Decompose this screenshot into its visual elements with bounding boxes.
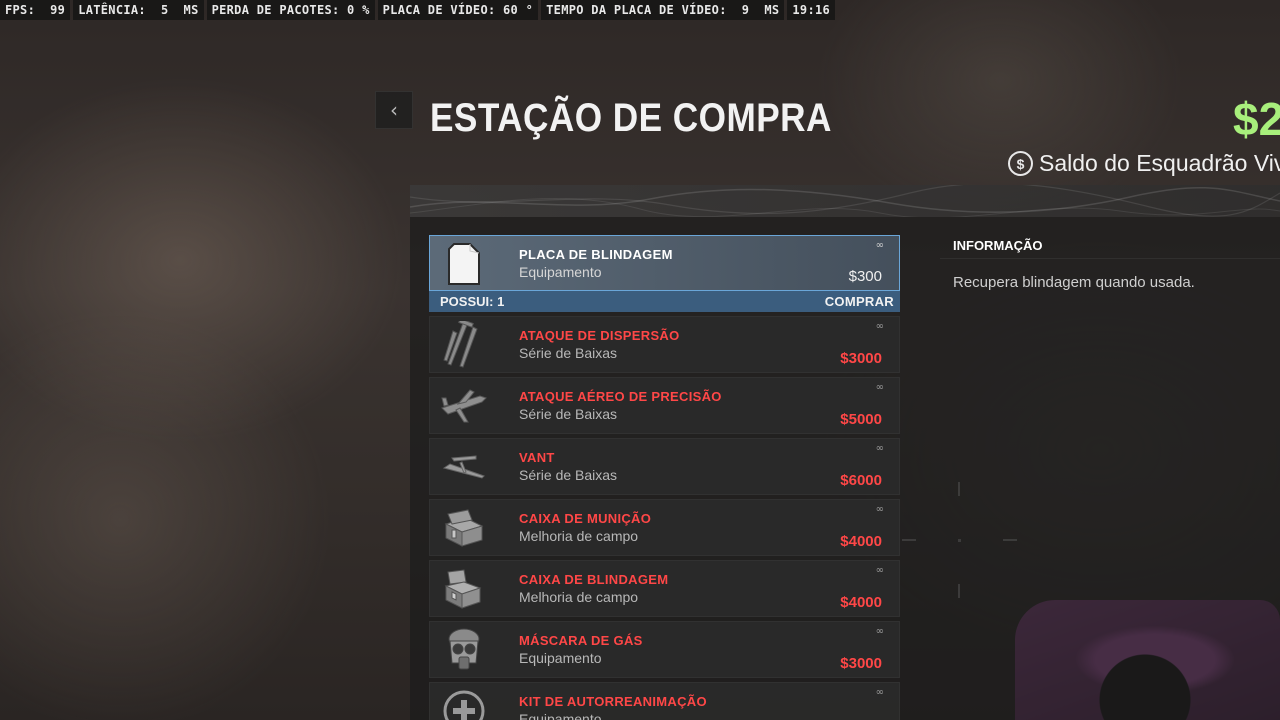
list-item[interactable]: PLACA DE BLINDAGEM Equipamento ∞ $300 — [429, 235, 900, 291]
precision-airstrike-icon — [440, 384, 488, 428]
armor-box-icon — [440, 567, 488, 611]
info-title: INFORMAÇÃO — [953, 238, 1043, 253]
info-description: Recupera blindagem quando usada. — [953, 274, 1195, 291]
item-name: ATAQUE DE DISPERSÃO — [519, 328, 680, 343]
list-item[interactable]: KIT DE AUTORREANIMAÇÃO Equipamento ∞ — [429, 682, 900, 720]
list-item[interactable]: CAIXA DE BLINDAGEM Melhoria de campo ∞ $… — [429, 560, 900, 617]
page-title: ESTAÇÃO DE COMPRA — [430, 96, 832, 140]
list-item[interactable]: VANT Série de Baixas ∞ $6000 — [429, 438, 900, 495]
item-price: $4000 — [840, 533, 882, 550]
latency-readout: LATÊNCIA: 5 MS — [73, 0, 204, 20]
chevron-left-icon: ‹ — [390, 98, 398, 122]
item-category: Série de Baixas — [519, 467, 618, 483]
infinity-icon: ∞ — [875, 565, 884, 576]
squad-balance: $ Saldo do Esquadrão Vivo — [1008, 150, 1280, 177]
info-divider — [940, 258, 1280, 259]
back-button[interactable]: ‹ — [375, 91, 413, 129]
packet-loss-readout: PERDA DE PACOTES: 0 % — [206, 0, 375, 20]
owned-count: POSSUI: 1 — [440, 294, 505, 309]
fps-readout: FPS: 99 — [0, 0, 71, 20]
gpu-time-readout: TEMPO DA PLACA DE VÍDEO: 9 MS — [541, 0, 785, 20]
item-price: $3000 — [840, 655, 882, 672]
infinity-icon: ∞ — [875, 504, 884, 515]
cluster-strike-icon — [440, 321, 488, 368]
item-name: PLACA DE BLINDAGEM — [519, 247, 673, 262]
ammo-box-icon — [440, 506, 488, 550]
item-category: Melhoria de campo — [519, 528, 639, 544]
item-price: $300 — [848, 268, 882, 285]
infinity-icon: ∞ — [875, 626, 884, 637]
item-price: $5000 — [840, 411, 882, 428]
item-category: Melhoria de campo — [519, 589, 639, 605]
infinity-icon: ∞ — [875, 240, 884, 251]
item-list: PLACA DE BLINDAGEM Equipamento ∞ $300 PO… — [429, 235, 900, 720]
item-name: VANT — [519, 450, 555, 465]
owned-bar: POSSUI: 1 COMPRAR — [429, 291, 900, 312]
item-category: Equipamento — [519, 264, 602, 280]
item-price: $4000 — [840, 594, 882, 611]
infinity-icon: ∞ — [875, 687, 884, 698]
infinity-icon: ∞ — [875, 382, 884, 393]
item-name: CAIXA DE MUNIÇÃO — [519, 511, 652, 526]
item-name: CAIXA DE BLINDAGEM — [519, 572, 669, 587]
gpu-temp-readout: PLACA DE VÍDEO: 60 ° — [377, 0, 539, 20]
uav-icon — [440, 445, 488, 489]
topographic-header-band — [410, 185, 1280, 217]
item-price: $6000 — [840, 472, 882, 489]
item-category: Série de Baixas — [519, 406, 618, 422]
self-revive-icon — [440, 689, 488, 720]
performance-hud: FPS: 99 LATÊNCIA: 5 MS PERDA DE PACOTES:… — [0, 0, 836, 20]
buy-button[interactable]: COMPRAR — [825, 294, 894, 309]
list-item[interactable]: ATAQUE DE DISPERSÃO Série de Baixas ∞ $3… — [429, 316, 900, 373]
list-item[interactable]: MÁSCARA DE GÁS Equipamento ∞ $3000 — [429, 621, 900, 678]
infinity-icon: ∞ — [875, 321, 884, 332]
armor-plate-icon — [440, 242, 488, 286]
item-category: Série de Baixas — [519, 345, 618, 361]
item-name: ATAQUE AÉREO DE PRECISÃO — [519, 389, 722, 404]
clock-readout: 19:16 — [787, 0, 836, 20]
list-item[interactable]: CAIXA DE MUNIÇÃO Melhoria de campo ∞ $40… — [429, 499, 900, 556]
infinity-icon: ∞ — [875, 443, 884, 454]
coin-icon: $ — [1008, 151, 1033, 176]
list-item[interactable]: ATAQUE AÉREO DE PRECISÃO Série de Baixas… — [429, 377, 900, 434]
item-name: MÁSCARA DE GÁS — [519, 633, 643, 648]
item-price: $3000 — [840, 350, 882, 367]
money-balance: $2 — [1233, 93, 1280, 145]
gas-mask-icon — [440, 628, 488, 672]
item-category: Equipamento — [519, 711, 602, 720]
squad-balance-label: Saldo do Esquadrão Vivo — [1039, 150, 1280, 176]
item-name: KIT DE AUTORREANIMAÇÃO — [519, 694, 707, 709]
item-category: Equipamento — [519, 650, 602, 666]
